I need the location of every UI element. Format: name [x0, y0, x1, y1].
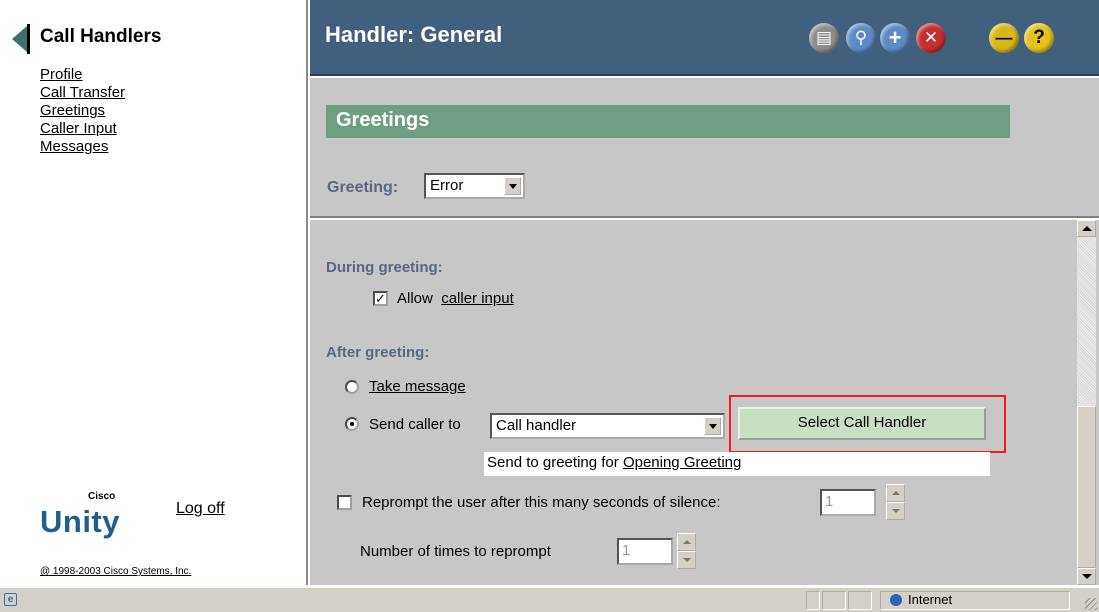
after-greeting-label: After greeting:: [326, 344, 430, 361]
spin-up-icon[interactable]: [886, 484, 905, 502]
delete-icon[interactable]: ✕: [916, 23, 946, 53]
sidebar-item-profile[interactable]: Profile: [40, 66, 125, 84]
greetings-panel: Greetings Greeting: Error: [310, 78, 1099, 218]
reprompt-label: Reprompt the user after this many second…: [362, 494, 721, 511]
sidebar-nav: Profile Call Transfer Greetings Caller I…: [40, 66, 125, 156]
status-pane: [806, 591, 820, 610]
page-icon: e: [4, 593, 17, 606]
greeting-select[interactable]: Error: [424, 173, 525, 199]
copyright-text: @ 1998-2003 Cisco Systems, Inc.: [40, 566, 192, 577]
minimize-icon[interactable]: —: [989, 23, 1019, 53]
scroll-down-icon[interactable]: [1077, 568, 1096, 585]
chevron-down-icon[interactable]: [504, 177, 521, 195]
take-message-link[interactable]: Take message: [369, 378, 466, 395]
spin-down-icon[interactable]: [886, 502, 905, 520]
send-to-greeting-text: Send to greeting for: [487, 454, 619, 471]
back-arrow-bar: [27, 24, 30, 54]
sidebar-item-greetings[interactable]: Greetings: [40, 102, 125, 120]
opening-greeting-link[interactable]: Opening Greeting: [623, 454, 741, 471]
security-zone: Internet: [908, 592, 953, 607]
allow-text: Allow: [397, 290, 433, 307]
send-caller-select-value: Call handler: [496, 417, 577, 434]
logoff-link[interactable]: Log off: [176, 500, 225, 518]
status-pane: [848, 591, 872, 610]
sidebar-item-messages[interactable]: Messages: [40, 138, 125, 156]
during-greeting-label: During greeting:: [326, 259, 443, 276]
page-header: Handler: General ▤ ⚲ + ✕ — ?: [310, 0, 1099, 76]
resize-grip-icon[interactable]: [1085, 598, 1097, 610]
allow-caller-input-checkbox[interactable]: ✓: [373, 291, 388, 306]
find-icon[interactable]: ⚲: [846, 23, 876, 53]
reprompt-checkbox[interactable]: [337, 495, 352, 510]
print-icon[interactable]: ▤: [809, 23, 839, 53]
greeting-label: Greeting:: [327, 179, 399, 196]
brand-cisco: Cisco: [88, 491, 116, 502]
caller-input-link[interactable]: caller input: [441, 290, 514, 307]
globe-icon: [890, 594, 902, 606]
section-title: Greetings: [326, 105, 1010, 138]
status-pane: [822, 591, 846, 610]
scroll-up-icon[interactable]: [1077, 220, 1096, 237]
add-icon[interactable]: +: [880, 23, 910, 53]
sidebar-item-call-transfer[interactable]: Call Transfer: [40, 84, 125, 102]
reprompt-times-stepper[interactable]: [677, 533, 696, 569]
reprompt-seconds-stepper[interactable]: [886, 484, 905, 520]
reprompt-times-input[interactable]: 1: [617, 538, 673, 565]
help-icon[interactable]: ?: [1024, 23, 1054, 53]
reprompt-seconds-input[interactable]: 1: [820, 489, 876, 516]
sidebar: Call Handlers Profile Call Transfer Gree…: [0, 0, 308, 585]
spin-down-icon[interactable]: [677, 551, 696, 569]
greeting-select-value: Error: [430, 177, 464, 194]
spin-up-icon[interactable]: [677, 533, 696, 551]
back-arrow-icon[interactable]: [12, 26, 27, 52]
send-caller-select[interactable]: Call handler: [490, 413, 725, 439]
status-bar: e Internet: [0, 587, 1099, 612]
reprompt-times-label: Number of times to reprompt: [360, 543, 551, 560]
greeting-settings: During greeting: ✓ Allow caller input Af…: [310, 220, 1099, 585]
send-to-greeting-box: Send to greeting for Opening Greeting: [484, 452, 990, 476]
send-caller-label: Send caller to: [369, 416, 461, 433]
scroll-thumb[interactable]: [1077, 406, 1096, 568]
sidebar-title: Call Handlers: [40, 26, 162, 47]
take-message-radio[interactable]: [345, 380, 359, 394]
vertical-scrollbar[interactable]: [1077, 220, 1096, 585]
highlight-box: [729, 395, 1006, 453]
chevron-down-icon[interactable]: [704, 417, 721, 435]
send-caller-radio[interactable]: [345, 417, 359, 431]
allow-caller-input-label: Allow caller input: [397, 290, 514, 307]
page-title: Handler: General: [325, 22, 503, 47]
sidebar-item-caller-input[interactable]: Caller Input: [40, 120, 125, 138]
brand-unity-logo: Unity: [40, 504, 120, 539]
